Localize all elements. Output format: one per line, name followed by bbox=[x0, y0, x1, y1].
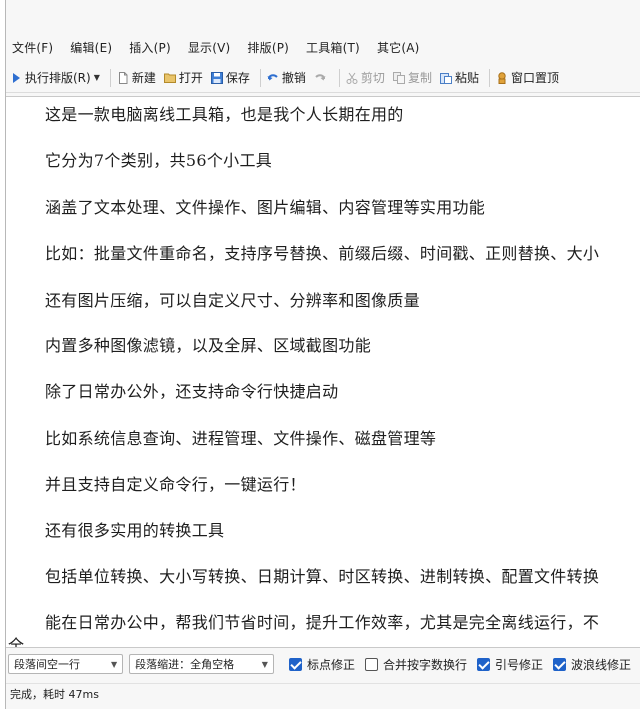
copy-label: 复制 bbox=[407, 71, 432, 85]
paragraph-spacing-value: 段落间空一行 bbox=[14, 658, 80, 671]
status-bar: 完成，耗时 47ms bbox=[6, 683, 640, 703]
merge-wrap-label: 合并按字数换行 bbox=[382, 657, 467, 672]
run-layout-label: 执行排版(R) bbox=[25, 71, 91, 85]
chevron-down-icon: ▼ bbox=[261, 659, 268, 669]
editor-line: 比如系统信息查询、进程管理、文件操作、磁盘管理等 bbox=[45, 429, 437, 448]
app-window: 文件(F) 编辑(E) 插入(P) 显示(V) 排版(P) 工具箱(T) 其它(… bbox=[5, 0, 640, 709]
options-bar: 段落间空一行 ▼ 段落缩进：全角空格 ▼ 标点修正 合并按字数换行 引号修正 波… bbox=[6, 652, 640, 676]
editor-line: 它分为7个类别，共56个小工具 bbox=[45, 151, 273, 170]
editor-line: 全。 bbox=[8, 636, 41, 648]
checkbox-checked-icon bbox=[476, 657, 490, 671]
editor-line: 比如：批量文件重命名，支持序号替换、前缀后缀、时间戳、正则替换、大小 bbox=[45, 244, 600, 263]
open-button[interactable]: 打开 bbox=[163, 69, 203, 86]
indent-value: 段落缩进：全角空格 bbox=[135, 658, 235, 671]
text-editor[interactable]: 这是一款电脑离线工具箱，也是我个人长期在用的 它分为7个类别，共56个小工具 涵… bbox=[6, 96, 640, 648]
paste-label: 粘贴 bbox=[454, 71, 479, 85]
copy-icon bbox=[392, 71, 405, 84]
redo-icon bbox=[315, 73, 326, 80]
menu-toolbox[interactable]: 工具箱(T) bbox=[306, 39, 360, 56]
menu-edit[interactable]: 编辑(E) bbox=[70, 39, 112, 56]
toolbar-divider bbox=[488, 68, 490, 87]
toolbar-divider bbox=[259, 68, 261, 87]
editor-line: 包括单位转换、大小写转换、日期计算、时区转换、进制转换、配置文件转换 bbox=[45, 567, 600, 586]
paste-button[interactable]: 粘贴 bbox=[439, 69, 479, 86]
menu-bar: 文件(F) 编辑(E) 插入(P) 显示(V) 排版(P) 工具箱(T) 其它(… bbox=[6, 36, 640, 58]
editor-line: 除了日常办公外，还支持命令行快捷启动 bbox=[45, 382, 339, 401]
undo-icon bbox=[267, 73, 278, 80]
editor-line: 还有很多实用的转换工具 bbox=[45, 521, 225, 540]
run-layout-button[interactable]: 执行排版(R) ▼ bbox=[10, 69, 100, 86]
pin-window-button[interactable]: 窗口置顶 bbox=[496, 69, 559, 86]
editor-line: 内置多种图像滤镜，以及全屏、区域截图功能 bbox=[45, 336, 372, 355]
toolbar-divider bbox=[338, 68, 340, 87]
new-button[interactable]: 新建 bbox=[117, 69, 156, 86]
editor-line: 涵盖了文本处理、文件操作、图片编辑、内容管理等实用功能 bbox=[45, 198, 486, 217]
menu-insert[interactable]: 插入(P) bbox=[129, 39, 171, 56]
save-button[interactable]: 保存 bbox=[210, 69, 250, 86]
tilde-fix-checkbox[interactable]: 波浪线修正 bbox=[552, 656, 631, 673]
quote-fix-checkbox[interactable]: 引号修正 bbox=[476, 656, 543, 673]
punctuation-fix-label: 标点修正 bbox=[306, 657, 355, 672]
cut-button[interactable]: 剪切 bbox=[346, 69, 385, 86]
redo-button[interactable] bbox=[314, 72, 329, 84]
merge-wrap-checkbox[interactable]: 合并按字数换行 bbox=[364, 656, 467, 673]
editor-line: 并且支持自定义命令行，一键运行！ bbox=[45, 475, 306, 494]
status-text: 完成，耗时 47ms bbox=[10, 687, 99, 701]
checkbox-unchecked-icon bbox=[364, 657, 378, 671]
menu-layout[interactable]: 排版(P) bbox=[247, 39, 289, 56]
save-icon bbox=[210, 71, 223, 84]
menu-view[interactable]: 显示(V) bbox=[188, 39, 231, 56]
cut-label: 剪切 bbox=[360, 71, 385, 85]
chevron-down-icon[interactable]: ▼ bbox=[94, 73, 100, 82]
folder-icon bbox=[163, 73, 176, 83]
paste-icon bbox=[439, 72, 452, 84]
save-label: 保存 bbox=[225, 71, 250, 85]
menu-other[interactable]: 其它(A) bbox=[377, 39, 420, 56]
undo-label: 撤销 bbox=[281, 71, 306, 85]
checkbox-checked-icon bbox=[288, 657, 302, 671]
scissors-icon bbox=[346, 72, 358, 84]
punctuation-fix-checkbox[interactable]: 标点修正 bbox=[288, 656, 355, 673]
checkbox-checked-icon bbox=[552, 657, 566, 671]
menu-file[interactable]: 文件(F) bbox=[12, 39, 53, 56]
editor-line: 还有图片压缩，可以自定义尺寸、分辨率和图像质量 bbox=[45, 291, 420, 310]
editor-line: 能在日常办公中，帮我们节省时间，提升工作效率，尤其是完全离线运行，不 bbox=[45, 613, 600, 632]
new-file-icon bbox=[118, 71, 128, 84]
toolbar: 执行排版(R) ▼ 新建 打开 保存 撤销 剪切 复制 粘贴 窗口置顶 bbox=[6, 63, 640, 93]
paragraph-spacing-select[interactable]: 段落间空一行 ▼ bbox=[8, 654, 124, 674]
chevron-down-icon: ▼ bbox=[110, 659, 118, 669]
open-label: 打开 bbox=[178, 71, 203, 85]
new-label: 新建 bbox=[131, 71, 156, 85]
play-icon bbox=[13, 72, 20, 83]
undo-button[interactable]: 撤销 bbox=[267, 69, 306, 86]
pin-window-label: 窗口置顶 bbox=[510, 71, 559, 85]
indent-select[interactable]: 段落缩进：全角空格 ▼ bbox=[129, 654, 274, 674]
toolbar-divider bbox=[109, 68, 111, 87]
copy-button[interactable]: 复制 bbox=[392, 69, 432, 86]
tilde-fix-label: 波浪线修正 bbox=[570, 657, 631, 672]
pin-icon bbox=[498, 71, 506, 84]
quote-fix-label: 引号修正 bbox=[494, 657, 543, 672]
editor-line: 这是一款电脑离线工具箱，也是我个人长期在用的 bbox=[45, 105, 404, 124]
